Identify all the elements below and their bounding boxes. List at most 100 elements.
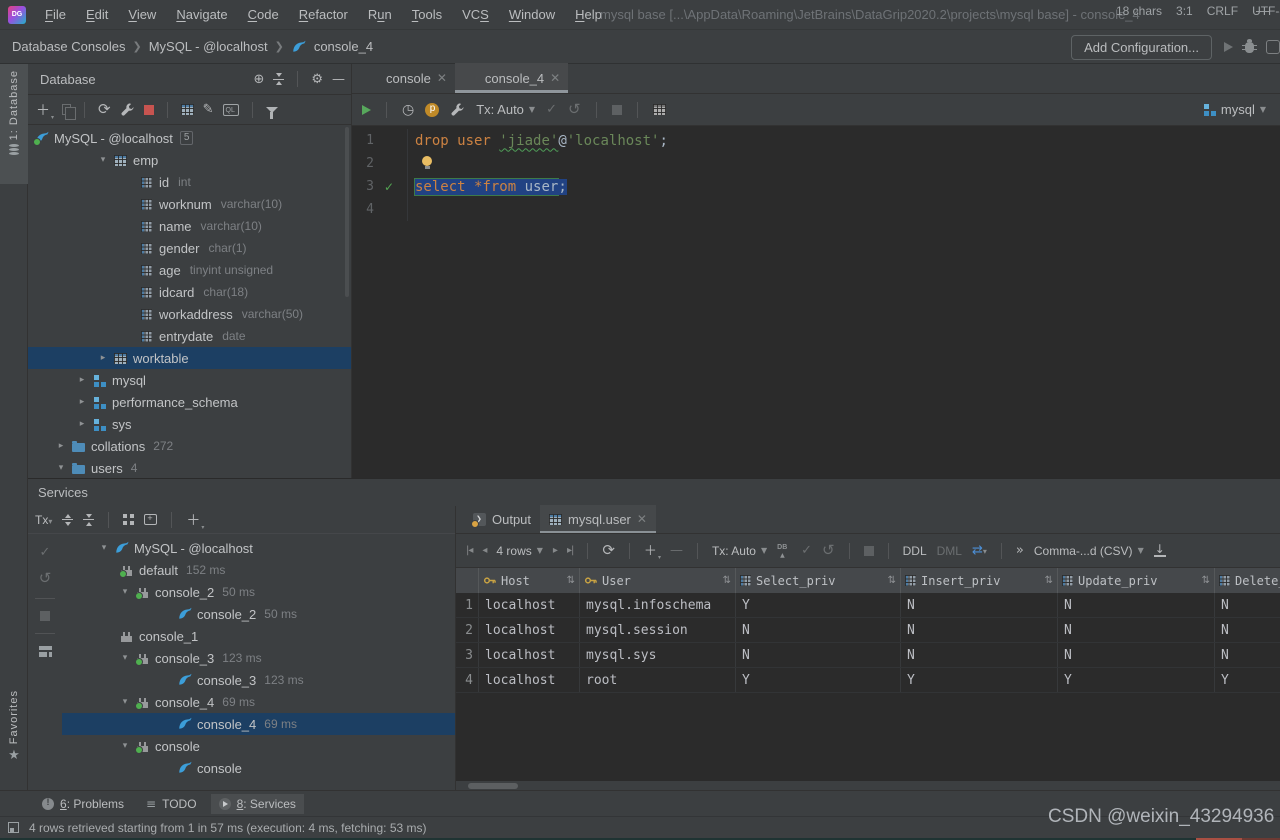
table-view-icon[interactable] (180, 104, 194, 115)
table-cell[interactable]: localhost (479, 618, 580, 642)
more-options-icon[interactable]: » (1016, 544, 1024, 557)
table-row[interactable]: 3 localhost mysql.sys N N N N (456, 643, 1280, 668)
tool-button-todo[interactable]: ≡ TODO (138, 794, 205, 814)
table-cell[interactable]: N (901, 618, 1058, 642)
table-cell[interactable]: Y (736, 668, 901, 692)
commit-icon[interactable]: ✓ (546, 103, 557, 116)
history-icon[interactable]: ◷ (402, 102, 414, 118)
page-size-select[interactable]: 4 rows ▼ (496, 544, 543, 558)
table-cell[interactable]: N (736, 643, 901, 667)
menu-item-run[interactable]: Run (359, 4, 401, 25)
tree-row-entrydate[interactable]: entrydate date (28, 325, 351, 347)
breadcrumb-item[interactable]: Database Consoles (12, 39, 125, 54)
table-cell[interactable]: N (1058, 643, 1215, 667)
chevron-right-icon[interactable]: ▸ (53, 441, 69, 451)
tx-mode-select[interactable]: Tx▾ (35, 513, 52, 527)
expand-all-icon[interactable] (62, 513, 74, 526)
chevron-right-icon[interactable]: ▸ (95, 353, 111, 363)
schema-selector[interactable]: mysql ▼ (1203, 102, 1266, 117)
sort-icon[interactable]: ⇅ (888, 575, 896, 586)
sort-icon[interactable]: ⇅ (723, 575, 731, 586)
stop-icon[interactable] (40, 611, 50, 621)
menu-item-refactor[interactable]: Refactor (290, 4, 357, 25)
export-format-select[interactable]: Comma-...d (CSV) ▼ (1034, 544, 1144, 558)
menu-item-navigate[interactable]: Navigate (167, 4, 236, 25)
table-cell[interactable]: localhost (479, 668, 580, 692)
table-cell[interactable]: localhost (479, 593, 580, 617)
column-header-insert_priv[interactable]: Insert_priv ⇅ (901, 568, 1058, 593)
table-row[interactable]: 4 localhost root Y Y Y Y (456, 668, 1280, 693)
code-line[interactable]: 4 (352, 198, 1280, 221)
tab-output[interactable]: Output (464, 505, 540, 533)
sql-editor[interactable]: 1 drop user 'jiade'@'localhost'; 2 3 ✓ select… (352, 126, 1280, 478)
tree-row-console_3[interactable]: console_3 123 ms (62, 669, 483, 691)
table-cell[interactable]: localhost (479, 643, 580, 667)
code-line[interactable]: 2 (352, 152, 1280, 175)
table-cell[interactable]: mysql.infoschema (580, 593, 736, 617)
reload-icon[interactable]: ⟳ (602, 543, 615, 558)
tool-window-toggle-icon[interactable] (8, 822, 19, 833)
tool-button-services[interactable]: 8: Services (210, 793, 304, 814)
tree-row-age[interactable]: age tinyint unsigned (28, 259, 351, 281)
table-cell[interactable]: mysql.sys (580, 643, 736, 667)
debug-icon[interactable] (1242, 38, 1257, 53)
tree-row-console[interactable]: console (62, 757, 483, 779)
stop-icon[interactable] (611, 104, 622, 115)
chevron-down-icon[interactable]: ▾ (117, 653, 133, 663)
column-header-select_priv[interactable]: Select_priv ⇅ (736, 568, 901, 593)
table-cell[interactable]: root (580, 668, 736, 692)
table-cell[interactable]: N (1215, 643, 1280, 667)
breadcrumb-item[interactable]: MySQL - @localhost (149, 39, 268, 54)
download-icon[interactable]: ↓ (1153, 543, 1166, 557)
tree-row-workaddress[interactable]: workaddress varchar(50) (28, 303, 351, 325)
menu-item-vcs[interactable]: VCS (453, 4, 498, 25)
run-icon[interactable] (1224, 42, 1233, 52)
tree-row-idcard[interactable]: idcard char(18) (28, 281, 351, 303)
tree-row-console_2[interactable]: ▾ console_2 50 ms (62, 581, 483, 603)
status-widget[interactable]: CRLF (1207, 4, 1238, 18)
scroll-to-object-icon[interactable]: ⊕ (253, 73, 264, 86)
table-cell[interactable]: N (1215, 618, 1280, 642)
chevron-down-icon[interactable]: ▾ (96, 543, 112, 553)
tx-mode-select[interactable]: Tx: Auto ▼ (712, 544, 767, 558)
gear-icon[interactable]: ⚙ (311, 73, 323, 86)
group-by-icon[interactable] (123, 514, 134, 525)
tree-row-mysql[interactable]: ▸ mysql (28, 369, 351, 391)
stop-icon[interactable] (143, 104, 154, 115)
chevron-right-icon[interactable]: ▸ (74, 375, 90, 385)
status-widget[interactable]: UTF-8 (1252, 4, 1280, 18)
status-widget[interactable]: 18 chars (1116, 4, 1162, 18)
tx-mode-select[interactable]: Tx: Auto ▼ (476, 102, 535, 117)
tree-row-console_2[interactable]: console_2 50 ms (62, 603, 483, 625)
dml-button[interactable]: DML (937, 544, 962, 558)
menu-item-window[interactable]: Window (500, 4, 564, 25)
table-cell[interactable]: N (1058, 593, 1215, 617)
sort-icon[interactable]: ⇅ (567, 575, 575, 586)
tool-button-problems[interactable]: 6: Problems (34, 794, 132, 814)
ql-console-icon[interactable] (222, 103, 239, 116)
table-row[interactable]: 2 localhost mysql.session N N N N (456, 618, 1280, 643)
sort-icon[interactable]: ⇅ (1202, 575, 1210, 586)
table-cell[interactable]: Y (736, 593, 901, 617)
close-icon[interactable]: ✕ (637, 512, 647, 526)
commit-icon[interactable]: ✓ (40, 546, 51, 559)
sidebar-item-database[interactable]: 1: Database (0, 64, 28, 184)
first-page-icon[interactable]: |◂ (466, 545, 473, 556)
duplicate-icon[interactable] (62, 104, 77, 120)
table-row[interactable]: 1 localhost mysql.infoschema Y N N N (456, 593, 1280, 618)
chevron-down-icon[interactable]: ▾ (95, 155, 111, 165)
submit-to-database-icon[interactable] (777, 544, 791, 559)
result-view-icon[interactable] (652, 104, 666, 115)
table-cell[interactable]: N (901, 643, 1058, 667)
tree-row-console_4[interactable]: ▾ console_4 69 ms (62, 691, 483, 713)
tree-row-users[interactable]: ▾ users 4 (28, 457, 351, 478)
chevron-down-icon[interactable]: ▾ (53, 463, 69, 473)
close-icon[interactable]: ✕ (437, 71, 447, 85)
tab-console[interactable]: console ✕ (356, 63, 455, 93)
table-cell[interactable]: N (1058, 618, 1215, 642)
chevron-right-icon[interactable]: ▸ (74, 419, 90, 429)
execute-icon[interactable] (362, 104, 371, 115)
table-cell[interactable]: N (901, 593, 1058, 617)
tree-row-collations[interactable]: ▸ collations 272 (28, 435, 351, 457)
status-widget[interactable]: 3:1 (1176, 4, 1193, 18)
